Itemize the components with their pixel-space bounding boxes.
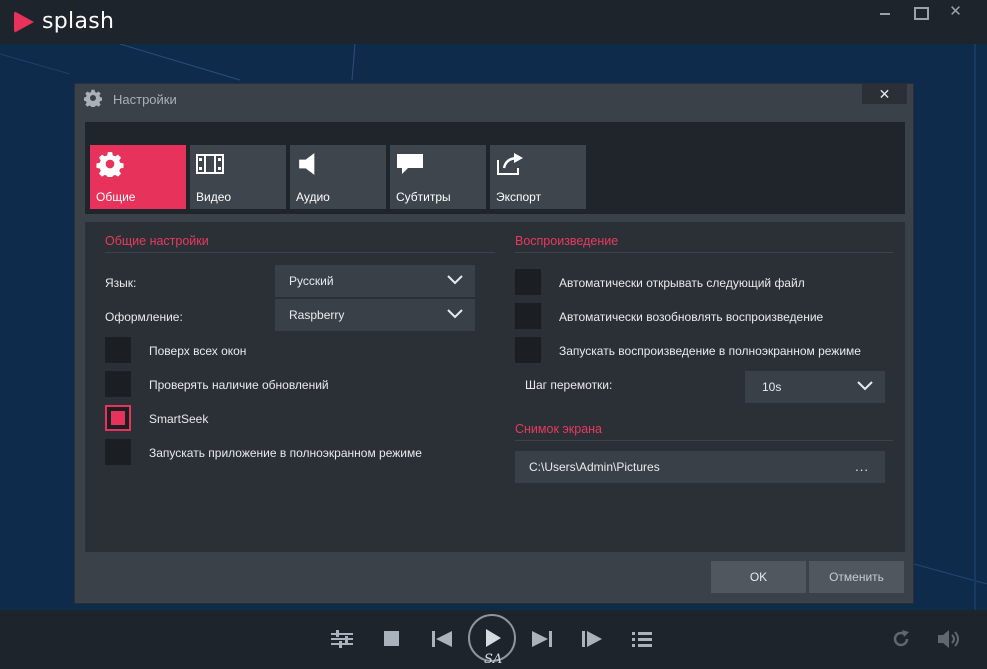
- stop-icon[interactable]: [384, 631, 399, 646]
- section-divider: [105, 252, 495, 253]
- always-on-top-checkbox[interactable]: [105, 337, 131, 363]
- dialog-titlebar: Настройки ✕: [75, 84, 913, 114]
- frame-step-icon[interactable]: [582, 631, 602, 647]
- settings-tabs: Общие Видео Аудио Субтитры Экспорт: [85, 122, 905, 214]
- dialog-close-button[interactable]: ✕: [862, 84, 907, 104]
- gear-icon: [84, 89, 102, 107]
- section-divider: [515, 440, 893, 441]
- app-titlebar: splash ✕: [0, 0, 987, 44]
- theme-value: Raspberry: [289, 308, 345, 322]
- tab-video[interactable]: Видео: [190, 145, 286, 209]
- playlist-icon[interactable]: [632, 631, 652, 647]
- cancel-button[interactable]: Отменить: [809, 561, 904, 593]
- previous-icon[interactable]: [432, 631, 452, 647]
- checkbox-label: Проверять наличие обновлений: [149, 378, 329, 392]
- checkbox-label: Запускать воспроизведение в полноэкранно…: [559, 344, 861, 358]
- app-logo: splash: [14, 9, 114, 34]
- seek-step-select[interactable]: 10s: [745, 371, 885, 403]
- tab-label: Видео: [196, 190, 232, 204]
- settings-panel: Общие настройки Язык: Русский Оформление…: [85, 222, 905, 552]
- repeat-icon[interactable]: [891, 629, 911, 649]
- tab-general[interactable]: Общие: [90, 145, 186, 209]
- check-updates-checkbox[interactable]: [105, 371, 131, 397]
- screenshot-path-value: C:\Users\Admin\Pictures: [529, 460, 660, 474]
- gear-icon: [96, 152, 124, 177]
- tab-subtitles[interactable]: Субтитры: [390, 145, 486, 209]
- maximize-button[interactable]: [903, 3, 938, 21]
- tab-label: Общие: [96, 190, 136, 204]
- theme-select[interactable]: Raspberry: [275, 299, 475, 331]
- speaker-icon: [299, 153, 315, 175]
- tab-label: Экспорт: [496, 190, 542, 204]
- chevron-down-icon: [857, 381, 873, 391]
- smartseek-checkbox[interactable]: [105, 405, 131, 431]
- chevron-down-icon: [447, 309, 463, 319]
- player-controls: SA: [0, 610, 987, 669]
- tab-label: Субтитры: [396, 190, 451, 204]
- language-label: Язык:: [105, 276, 137, 290]
- next-icon[interactable]: [532, 631, 552, 647]
- tab-audio[interactable]: Аудио: [290, 145, 386, 209]
- volume-icon[interactable]: [938, 629, 964, 649]
- language-value: Русский: [289, 274, 334, 288]
- theme-label: Оформление:: [105, 310, 183, 324]
- screenshot-path-field[interactable]: C:\Users\Admin\Pictures ...: [515, 451, 885, 483]
- minimize-button[interactable]: [868, 3, 903, 21]
- general-section-title: Общие настройки: [105, 234, 209, 248]
- equalizer-icon[interactable]: [331, 630, 353, 648]
- dialog-title: Настройки: [113, 92, 177, 107]
- checkbox-label: SmartSeek: [149, 412, 209, 426]
- auto-open-next-checkbox[interactable]: [515, 269, 541, 295]
- browse-button[interactable]: ...: [855, 459, 869, 474]
- checkbox-label: Автоматически возобновлять воспроизведен…: [559, 310, 824, 324]
- playback-section-title: Воспроизведение: [515, 234, 619, 248]
- speech-bubble-icon: [397, 154, 423, 174]
- window-close-button[interactable]: ✕: [938, 3, 973, 21]
- ok-button[interactable]: OK: [711, 561, 806, 593]
- export-icon: [497, 153, 523, 175]
- play-caption: SA: [484, 652, 503, 667]
- section-divider: [515, 252, 893, 253]
- screenshot-section-title: Снимок экрана: [515, 422, 603, 436]
- tab-export[interactable]: Экспорт: [490, 145, 586, 209]
- fullscreen-app-checkbox[interactable]: [105, 439, 131, 465]
- checkbox-label: Поверх всех окон: [149, 344, 247, 358]
- settings-dialog: Настройки ✕ Общие Видео Аудио Субтитры Э…: [74, 83, 914, 604]
- checkbox-label: Автоматически открывать следующий файл: [559, 276, 805, 290]
- splash-logo-icon: [14, 10, 34, 33]
- seek-step-value: 10s: [762, 380, 782, 394]
- checkbox-label: Запускать приложение в полноэкранном реж…: [149, 446, 422, 460]
- app-name: splash: [42, 9, 115, 34]
- chevron-down-icon: [447, 275, 463, 285]
- seek-step-label: Шаг перемотки:: [525, 378, 613, 392]
- language-select[interactable]: Русский: [275, 265, 475, 297]
- fullscreen-playback-checkbox[interactable]: [515, 337, 541, 363]
- tab-label: Аудио: [296, 190, 330, 204]
- auto-resume-checkbox[interactable]: [515, 303, 541, 329]
- film-icon: [196, 154, 224, 174]
